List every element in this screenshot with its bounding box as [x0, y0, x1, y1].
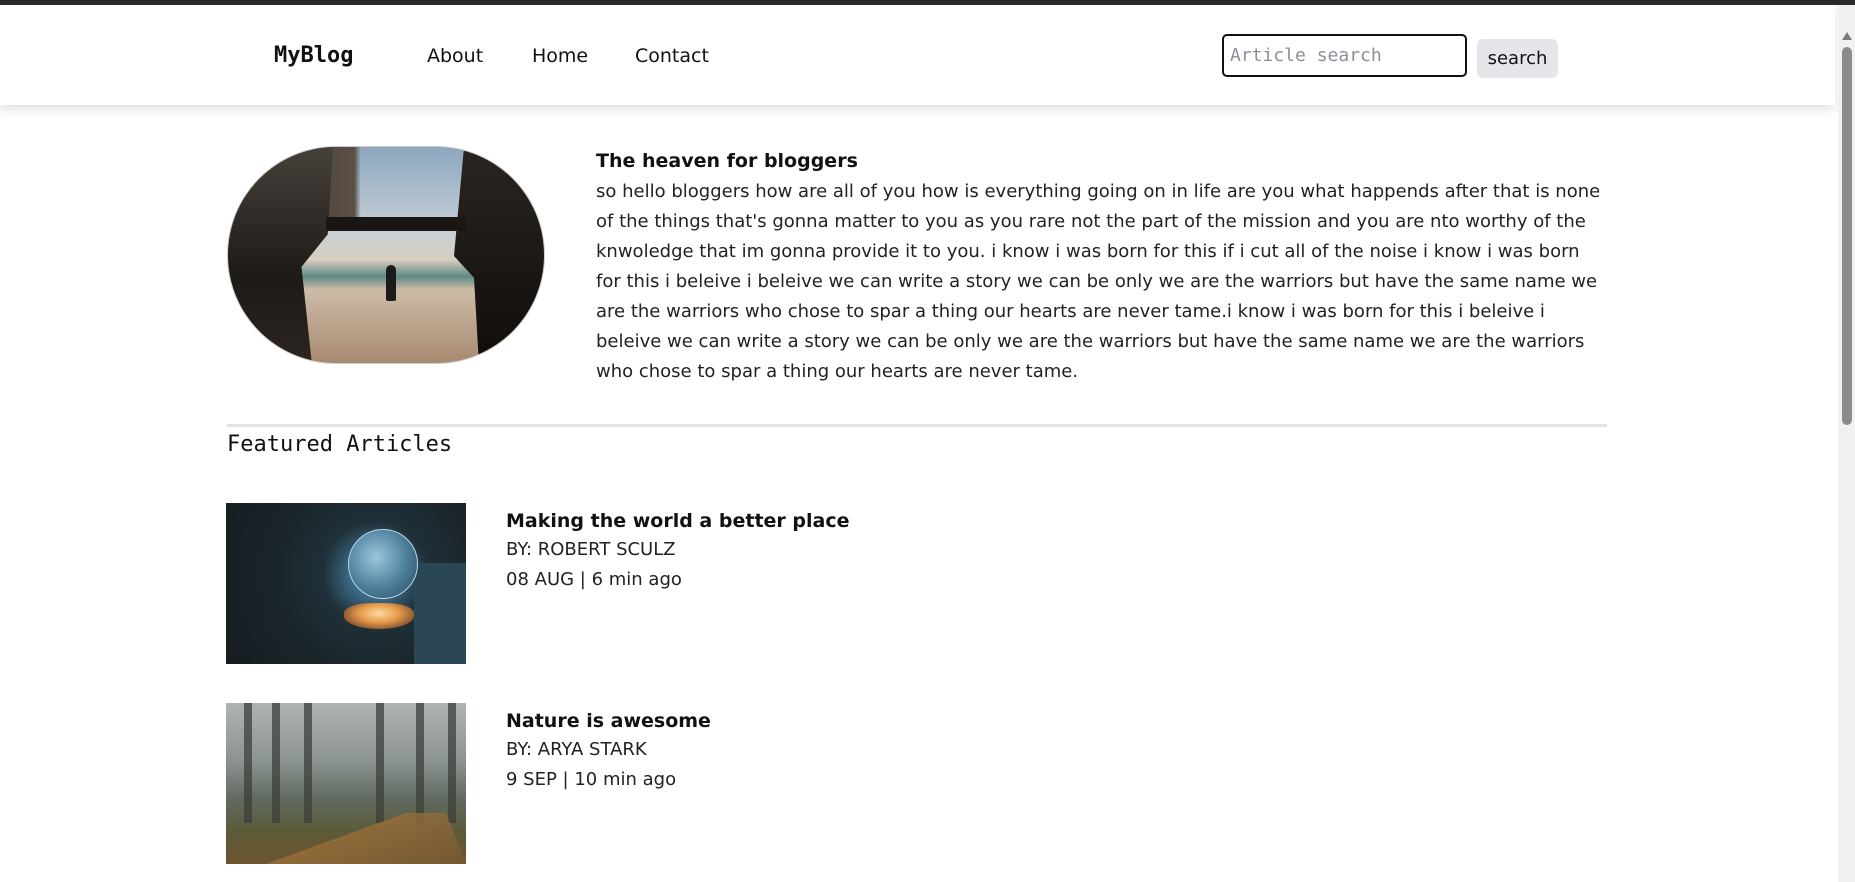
scroll-up-arrow-icon[interactable] — [1842, 32, 1852, 40]
article-author: BY: ROBERT SCULZ — [506, 539, 676, 560]
thumbnail-forest-path — [266, 813, 466, 864]
hero-image-beam — [326, 217, 466, 231]
article-title[interactable]: Nature is awesome — [506, 710, 711, 732]
thumbnail-tree-trunk — [272, 703, 280, 823]
hero-image-person — [386, 265, 396, 301]
thumbnail-tree-trunk — [304, 703, 312, 823]
intro-text: so hello bloggers how are all of you how… — [596, 181, 1601, 382]
article-thumbnail-tech[interactable] — [226, 503, 466, 664]
search-button[interactable]: search — [1477, 39, 1558, 78]
article-author: BY: ARYA STARK — [506, 739, 647, 760]
vertical-scrollbar[interactable] — [1838, 5, 1855, 882]
article-date: 08 AUG | 6 min ago — [506, 569, 682, 590]
article-date: 9 SEP | 10 min ago — [506, 769, 677, 790]
featured-articles-heading: Featured Articles — [227, 432, 453, 457]
thumbnail-hand — [344, 603, 414, 629]
thumbnail-tree-trunk — [244, 703, 252, 823]
thumbnail-tree-trunk — [376, 703, 384, 823]
hero-image-frame-left — [228, 147, 333, 363]
hero-image — [227, 146, 545, 364]
article-card[interactable]: Nature is awesome BY: ARYA STARK 9 SEP |… — [226, 703, 1526, 864]
scrollbar-thumb[interactable] — [1842, 47, 1852, 425]
thumbnail-tree-trunk — [416, 703, 424, 823]
site-logo[interactable]: MyBlog — [274, 43, 353, 68]
navbar: MyBlog About Home Contact search — [0, 5, 1835, 105]
article-title[interactable]: Making the world a better place — [506, 510, 849, 532]
nav-link-contact[interactable]: Contact — [635, 45, 709, 67]
article-thumbnail-forest[interactable] — [226, 703, 466, 864]
intro-title: The heaven for bloggers — [596, 150, 858, 172]
nav-link-home[interactable]: Home — [532, 45, 588, 67]
thumbnail-globe — [348, 529, 418, 599]
article-card[interactable]: Making the world a better place BY: ROBE… — [226, 503, 1526, 664]
thumbnail-tree-trunk — [448, 703, 456, 823]
article-search-input[interactable] — [1222, 34, 1467, 77]
section-divider — [227, 424, 1607, 427]
thumbnail-arm — [414, 563, 466, 664]
nav-link-about[interactable]: About — [427, 45, 483, 67]
